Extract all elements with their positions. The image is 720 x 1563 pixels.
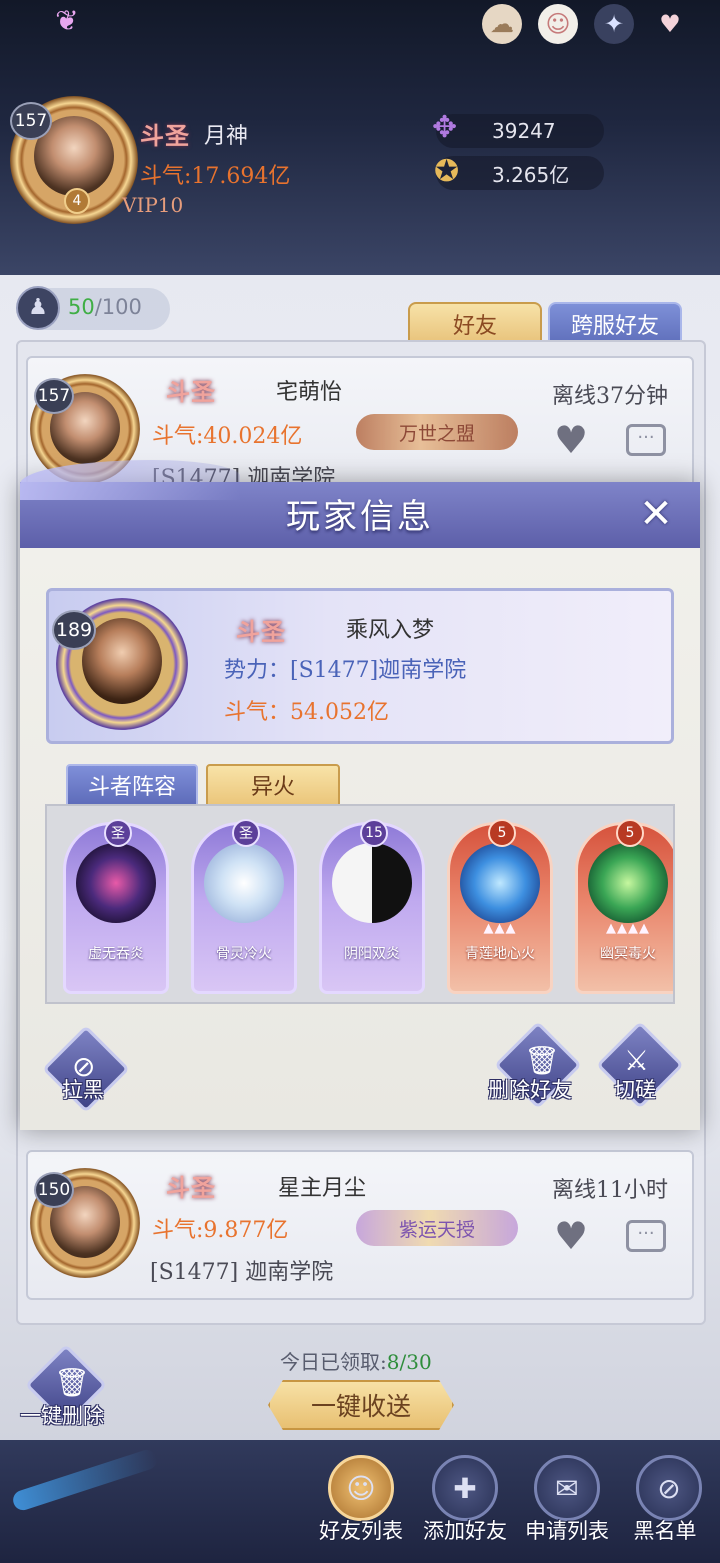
friend-guild-badge: 紫运天授 [356, 1210, 518, 1246]
nav-friend-list-label: 好友列表 [319, 1519, 403, 1543]
fire-card[interactable]: 5 ▲▲▲▲ 幽冥毒火 [575, 819, 673, 994]
fire-stars: ▲▲▲ [483, 921, 517, 936]
fire-image [76, 843, 156, 923]
friend-title: 斗圣 [166, 377, 216, 406]
fire-name: 骨灵冷火 [216, 946, 272, 962]
modal-player-faction: 势力：[S1477]迦南学院 [224, 658, 467, 683]
modal-title: 玩家信息 [286, 497, 434, 537]
fire-name: 虚无吞炎 [88, 946, 144, 962]
spirit-icon[interactable]: ✦ [594, 4, 634, 44]
nav-request-list[interactable]: ✉ 申请列表 [522, 1455, 612, 1555]
chat-icon[interactable]: ··· [626, 1220, 666, 1252]
blacklist-icon: ⊘ [636, 1455, 702, 1521]
nav-add-friend-label: 添加好友 [423, 1519, 507, 1543]
modal-player-power: 斗气：54.052亿 [224, 700, 389, 725]
butterfly-icon[interactable]: ❦ [44, 4, 90, 38]
delete-all-button[interactable]: 🗑 一键删除 [20, 1343, 116, 1432]
fire-name: 阴阳双炎 [344, 946, 400, 962]
friend-level-badge: 157 [34, 378, 74, 414]
fire-image [204, 843, 284, 923]
add-friend-icon: ✚ [432, 1455, 498, 1521]
fire-card[interactable]: 圣 虚无吞炎 [63, 819, 169, 994]
send-gift-heart-icon[interactable]: ♥ [554, 418, 588, 462]
friend-name: 宅萌怡 [276, 380, 343, 405]
request-scroll-icon: ✉ [534, 1455, 600, 1521]
nav-request-list-label: 申请列表 [525, 1519, 609, 1543]
fire-image [332, 843, 412, 923]
friend-guild-badge: 万世之盟 [356, 414, 518, 450]
friend-title: 斗圣 [166, 1173, 216, 1202]
friend-list-icon: ☺ [328, 1455, 394, 1521]
modal-player-title: 斗圣 [236, 617, 286, 646]
tab-fighter-lineup[interactable]: 斗者阵容 [66, 764, 198, 806]
fire-rank-badge: 5 [488, 819, 516, 847]
friend-count: 50/100 [68, 295, 142, 319]
spar-label: 切磋 [614, 1078, 656, 1102]
pet-icon[interactable]: ☁ [482, 4, 522, 44]
friend-power: 斗气:9.877亿 [152, 1218, 289, 1243]
modal-level-badge: 189 [52, 610, 96, 650]
fire-card[interactable]: 5 ▲▲▲ 青莲地心火 [447, 819, 553, 994]
player-level-badge: 157 [10, 102, 52, 140]
player-vip-small-badge: 4 [64, 188, 90, 214]
close-icon[interactable]: ✕ [632, 490, 680, 538]
friend-power: 斗气:40.024亿 [152, 424, 303, 449]
friend-level-badge: 150 [34, 1172, 74, 1208]
friend-status: 离线37分钟 [552, 384, 668, 409]
heart-icon[interactable]: ♥ [650, 4, 690, 44]
coin-icon: ✪ [434, 154, 460, 189]
nav-blacklist-label: 黑名单 [633, 1519, 697, 1543]
player-power: 斗气:17.694亿 [140, 164, 291, 189]
fire-rank-badge: 15 [360, 819, 388, 847]
gem-icon: ✥ [432, 110, 458, 145]
spar-button[interactable]: ⚔ 切磋 [596, 1021, 684, 1110]
block-button[interactable]: ⊘ 拉黑 [42, 1025, 130, 1113]
friend-status: 离线11小时 [552, 1178, 668, 1203]
daily-claim-status: 今日已领取:8/30 [280, 1350, 432, 1374]
block-label: 拉黑 [62, 1078, 104, 1102]
player-vip[interactable]: VIP10 [122, 193, 183, 217]
delete-all-label: 一键删除 [20, 1404, 104, 1428]
modal-player-name: 乘风入梦 [346, 618, 435, 643]
fire-name: 青莲地心火 [465, 946, 535, 962]
chat-icon[interactable]: ··· [626, 424, 666, 456]
top-icon-row: ☁ ☺ ✦ ♥ [482, 4, 690, 44]
fire-card[interactable]: 15 阴阳双炎 [319, 819, 425, 994]
player-title-row: 斗圣 月神 [140, 116, 248, 151]
fire-rank-badge: 圣 [232, 819, 260, 847]
fire-name: 幽冥毒火 [600, 946, 656, 962]
strange-fire-list: 圣 虚无吞炎 圣 骨灵冷火 15 阴阳双炎 5 ▲▲▲ 青莲地心火 5 ▲▲▲▲… [45, 804, 675, 1004]
friend-name: 星主月尘 [278, 1176, 367, 1201]
delete-friend-button[interactable]: 🗑 删除好友 [488, 1021, 588, 1110]
fire-image [588, 843, 668, 923]
trash-icon: 🗑 [54, 1366, 90, 1399]
one-click-send-button[interactable]: 一键收送 [268, 1380, 454, 1430]
trash-icon: 🗑 [524, 1044, 560, 1077]
nav-blacklist[interactable]: ⊘ 黑名单 [624, 1455, 714, 1555]
fire-rank-badge: 圣 [104, 819, 132, 847]
crossed-swords-icon: ⚔ [624, 1044, 650, 1077]
friend-count-icon: ♟ [16, 286, 60, 330]
tab-strange-fire[interactable]: 异火 [206, 764, 340, 806]
send-gift-heart-icon[interactable]: ♥ [554, 1214, 588, 1258]
delete-friend-label: 删除好友 [488, 1078, 572, 1102]
friend-guild: [S1477] 迦南学院 [150, 1260, 334, 1285]
player-name: 月神 [204, 123, 249, 149]
player-title: 斗圣 [140, 121, 190, 150]
fire-image [460, 843, 540, 923]
fire-stars: ▲▲▲▲ [606, 921, 650, 936]
fire-card[interactable]: 圣 骨灵冷火 [191, 819, 297, 994]
nav-add-friend[interactable]: ✚ 添加好友 [420, 1455, 510, 1555]
fire-rank-badge: 5 [616, 819, 644, 847]
nav-friend-list[interactable]: ☺ 好友列表 [316, 1455, 406, 1555]
cat-icon[interactable]: ☺ [538, 4, 578, 44]
